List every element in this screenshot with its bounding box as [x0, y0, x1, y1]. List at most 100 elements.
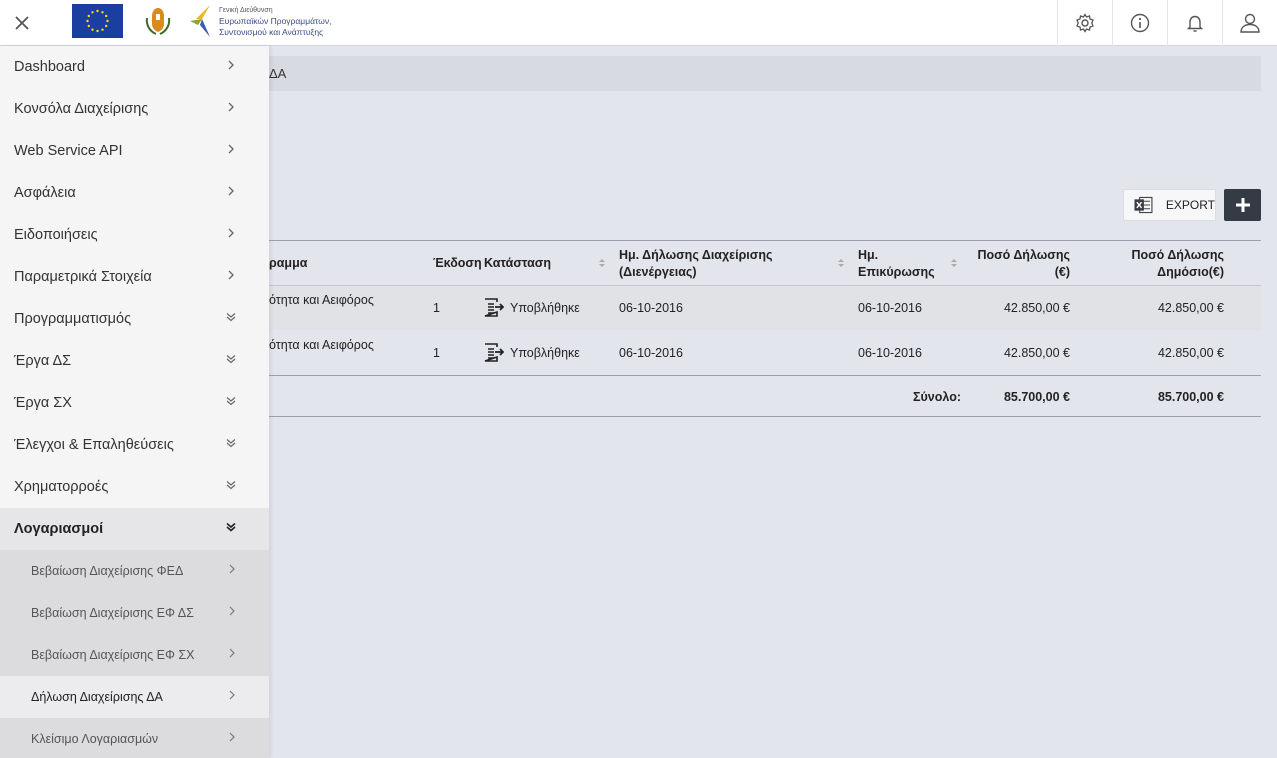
- sidebar-item-notifications[interactable]: Ειδοποιήσεις: [0, 214, 269, 256]
- sort-icon[interactable]: [951, 258, 957, 268]
- table-top-border: [269, 240, 1261, 241]
- submitted-document-icon: [484, 298, 504, 317]
- sidebar-item-admin-console[interactable]: Κονσόλα Διαχείρισης: [0, 88, 269, 130]
- chevron-right-icon: [229, 732, 235, 742]
- col-public-amount[interactable]: Ποσό Δήλωσης Δημόσιο(€): [1100, 247, 1224, 281]
- col-decl-date[interactable]: Ημ. Δήλωσης Διαχείρισης (Διενέργειας): [619, 247, 772, 281]
- export-button[interactable]: EXPORT: [1123, 189, 1216, 221]
- cell-program: ότητα και Αειφόρος: [269, 293, 374, 307]
- close-menu-button[interactable]: [0, 0, 44, 46]
- sidebar-item-security[interactable]: Ασφάλεια: [0, 172, 269, 214]
- col-confirm-date-line1: Ημ.: [858, 248, 879, 262]
- sidebar-item-label: Έργα ΔΣ: [14, 353, 72, 369]
- col-program[interactable]: ραμμα: [269, 255, 307, 272]
- cell-version: 1: [433, 346, 440, 360]
- cyprus-emblem-logo: [140, 4, 176, 38]
- col-version[interactable]: Έκδοση: [433, 255, 482, 272]
- sidebar-item-label: Κονσόλα Διαχείρισης: [14, 101, 149, 117]
- sidebar-item-label: Παραμετρικά Στοιχεία: [14, 269, 152, 285]
- sidebar-subitem-label: Βεβαίωση Διαχείρισης ΦΕΔ: [31, 564, 184, 578]
- add-button[interactable]: [1224, 189, 1261, 221]
- col-confirm-date-line2: Επικύρωσης: [858, 265, 935, 279]
- sidebar-item-label: Ειδοποιήσεις: [14, 227, 98, 243]
- cell-version: 1: [433, 301, 440, 315]
- directorate-logo-mark: [188, 3, 212, 39]
- total-label: Σύνολο:: [913, 390, 961, 404]
- chevron-right-icon: [228, 144, 234, 154]
- col-amount-line2: (€): [1054, 265, 1070, 279]
- chevron-right-icon: [228, 270, 234, 280]
- cell-decl-date: 06-10-2016: [619, 301, 683, 315]
- sidebar-item-label: Dashboard: [14, 59, 85, 75]
- sidebar-subitem-ef-ds-certification[interactable]: Βεβαίωση Διαχείρισης ΕΦ ΔΣ: [0, 592, 269, 634]
- col-decl-date-line1: Ημ. Δήλωσης Διαχείρισης: [619, 248, 773, 262]
- sidebar-subitem-fed-certification[interactable]: Βεβαίωση Διαχείρισης ΦΕΔ: [0, 550, 269, 592]
- sidebar-item-audits[interactable]: Έλεγχοι & Επαληθεύσεις: [0, 424, 269, 466]
- sidebar-subitem-management-declaration[interactable]: Δήλωση Διαχείρισης ΔΑ: [0, 676, 269, 718]
- cell-program: ότητα και Αειφόρος: [269, 338, 374, 352]
- cell-confirm-date: 06-10-2016: [858, 301, 922, 315]
- info-button[interactable]: [1112, 0, 1167, 46]
- info-icon: [1130, 13, 1150, 33]
- sidebar-subitem-account-closing[interactable]: Κλείσιμο Λογαριασμών: [0, 718, 269, 758]
- total-amount: 85.700,00 €: [1003, 390, 1070, 404]
- settings-icon: [1076, 13, 1094, 33]
- double-chevron-down-icon: [226, 313, 236, 322]
- chevron-right-icon: [229, 648, 235, 658]
- sidebar-item-accounts[interactable]: Λογαριασμοί: [0, 508, 269, 550]
- sidebar-item-cash-flows[interactable]: Χρηματορροές: [0, 466, 269, 508]
- col-decl-date-line2: (Διενέργειας): [619, 265, 697, 279]
- user-icon: [1240, 13, 1260, 33]
- sidebar-item-planning[interactable]: Προγραμματισμός: [0, 298, 269, 340]
- sidebar-item-label: Χρηματορροές: [14, 479, 109, 495]
- sidebar-item-label: Web Service API: [14, 143, 123, 159]
- sidebar-item-label: Έλεγχοι & Επαληθεύσεις: [14, 437, 174, 453]
- eu-flag-logo: [72, 4, 123, 38]
- sidebar-item-label: Λογαριασμοί: [14, 521, 104, 537]
- chevron-right-icon: [229, 564, 235, 574]
- cell-amount: 42.850,00 €: [1003, 301, 1070, 315]
- cell-public-amount: 42.850,00 €: [1157, 301, 1224, 315]
- sort-icon[interactable]: [838, 258, 844, 268]
- sidebar-subitem-label: Βεβαίωση Διαχείρισης ΕΦ ΔΣ: [31, 606, 194, 620]
- chevron-right-icon: [228, 102, 234, 112]
- cell-confirm-date: 06-10-2016: [858, 346, 922, 360]
- export-label: EXPORT: [1165, 198, 1215, 212]
- table-bottom-border: [269, 416, 1261, 417]
- excel-icon: [1134, 196, 1153, 214]
- double-chevron-down-icon: [226, 397, 236, 406]
- breadcrumb-current: ΔΑ: [269, 66, 287, 81]
- chevron-right-icon: [228, 186, 234, 196]
- col-amount-line1: Ποσό Δήλωσης: [977, 248, 1070, 262]
- col-confirm-date[interactable]: Ημ. Επικύρωσης: [858, 247, 935, 281]
- sidebar-item-dashboard[interactable]: Dashboard: [0, 46, 269, 88]
- cell-status: Υποβλήθηκε: [510, 301, 580, 315]
- sidebar-item-projects-sx[interactable]: Έργα ΣΧ: [0, 382, 269, 424]
- settings-button[interactable]: [1057, 0, 1112, 46]
- sidebar-item-label: Έργα ΣΧ: [14, 395, 72, 411]
- sidebar-subitem-ef-sx-certification[interactable]: Βεβαίωση Διαχείρισης ΕΦ ΣΧ: [0, 634, 269, 676]
- total-public-amount: 85.700,00 €: [1157, 390, 1224, 404]
- cell-amount: 42.850,00 €: [1003, 346, 1070, 360]
- user-profile-button[interactable]: [1222, 0, 1277, 46]
- cell-decl-date: 06-10-2016: [619, 346, 683, 360]
- submitted-document-icon: [484, 343, 504, 362]
- chevron-right-icon: [228, 60, 234, 70]
- top-bar: Γενική Διεύθυνση Ευρωπαϊκών Προγραμμάτων…: [0, 0, 1277, 46]
- col-amount[interactable]: Ποσό Δήλωσης (€): [960, 247, 1070, 281]
- col-status[interactable]: Κατάσταση: [484, 255, 551, 272]
- sidebar-item-label: Ασφάλεια: [14, 185, 76, 201]
- close-icon: [15, 16, 29, 30]
- chevron-right-icon: [228, 228, 234, 238]
- sidebar-item-projects-ds[interactable]: Έργα ΔΣ: [0, 340, 269, 382]
- bell-icon: [1186, 15, 1204, 32]
- directorate-logo-text: Γενική Διεύθυνση Ευρωπαϊκών Προγραμμάτων…: [219, 7, 332, 37]
- sidebar-item-parameters[interactable]: Παραμετρικά Στοιχεία: [0, 256, 269, 298]
- notifications-button[interactable]: [1167, 0, 1222, 46]
- cell-status: Υποβλήθηκε: [510, 346, 580, 360]
- sort-icon[interactable]: [599, 258, 605, 268]
- double-chevron-down-icon: [226, 439, 236, 448]
- sidebar-item-web-service-api[interactable]: Web Service API: [0, 130, 269, 172]
- double-chevron-down-icon: [226, 355, 236, 364]
- col-public-line2: Δημόσιο(€): [1157, 265, 1224, 279]
